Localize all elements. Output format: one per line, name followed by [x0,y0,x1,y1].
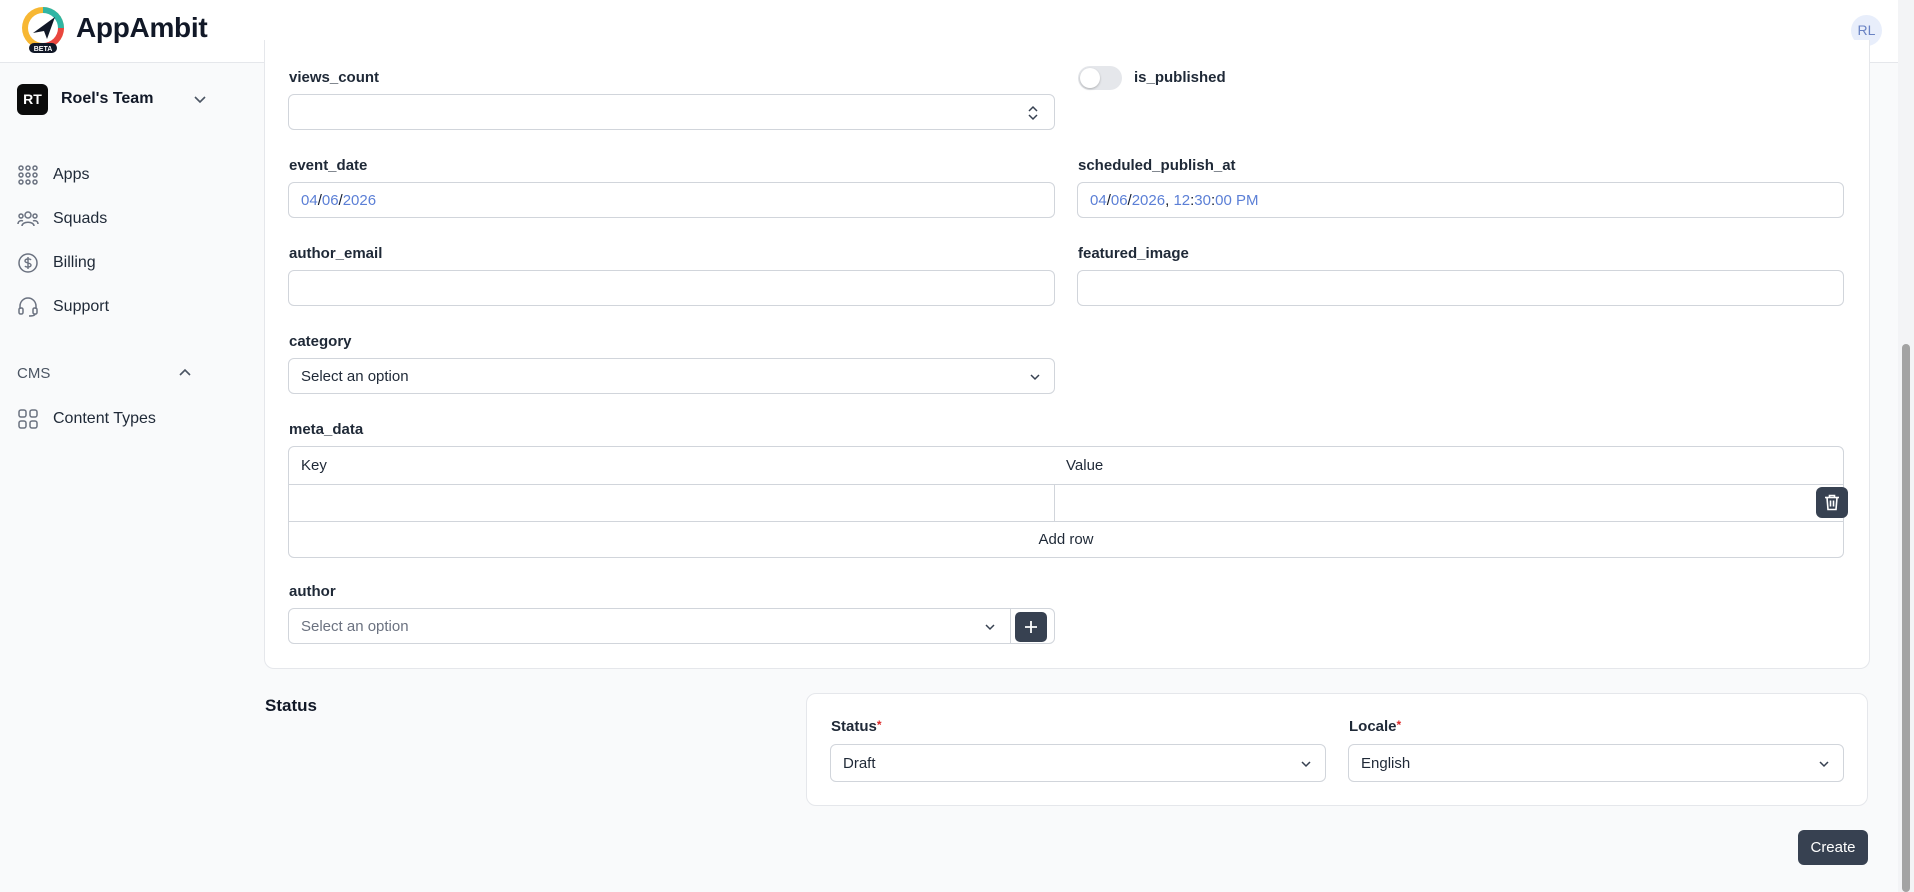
delete-row-button[interactable] [1816,487,1848,518]
team-name: Roel's Team [61,90,154,107]
author-select[interactable]: Select an option [289,609,1011,643]
is-published-label: is_published [1134,69,1226,86]
date-month[interactable]: 04 [301,192,318,209]
status-value: Draft [843,755,876,772]
toggle-knob [1080,68,1100,88]
team-avatar: RT [17,84,48,115]
category-select[interactable]: Select an option [288,358,1055,394]
chevron-down-icon [1030,374,1040,381]
add-row-button[interactable]: Add row [289,522,1843,558]
event-date-value: 04/06/2026 [301,192,377,209]
required-mark: * [876,718,882,732]
status-select[interactable]: Draft [830,744,1326,782]
category-value: Select an option [301,368,409,385]
featured-image-input[interactable] [1077,270,1844,306]
table-row [289,484,1843,522]
grid-squares-icon [18,409,38,429]
chevron-down-icon [985,624,995,631]
key-column-header: Key [301,457,327,474]
category-label: category [289,333,352,350]
scheduled-publish-at-value: 04/06/2026, 12:30:00 PM [1090,192,1259,209]
users-icon [17,211,39,227]
datetime-year[interactable]: 2026 [1132,192,1165,209]
sidebar-item-content-types[interactable]: Content Types [17,406,217,432]
date-year[interactable]: 2026 [343,192,376,209]
scrollbar-thumb[interactable] [1902,344,1910,892]
meta-data-label: meta_data [289,421,364,438]
required-mark: * [1396,718,1402,732]
datetime-month[interactable]: 04 [1090,192,1107,209]
author-placeholder: Select an option [301,618,409,635]
plus-icon [1025,621,1037,633]
chevron-down-icon [194,96,206,104]
headset-icon [18,297,38,317]
locale-label: Locale* [1349,718,1401,735]
author-email-input[interactable] [288,270,1055,306]
chevron-down-icon [1301,761,1311,768]
locale-label-text: Locale [1349,718,1397,735]
team-switcher[interactable]: RT Roel's Team [17,84,217,115]
featured-image-label: featured_image [1078,245,1189,262]
author-select-wrapper: Select an option [288,608,1055,644]
datetime-hour[interactable]: 12 [1173,192,1190,209]
brand-name[interactable]: AppAmbit [76,12,208,44]
author-label: author [289,583,336,600]
logo-badge-text: BETA [34,46,53,53]
views-count-label: views_count [289,69,380,86]
locale-select[interactable]: English [1348,744,1844,782]
sidebar-item-label: Content Types [53,410,156,427]
meta-value-input[interactable] [1055,484,1795,521]
datetime-second[interactable]: 00 [1215,192,1232,209]
datetime-ampm[interactable]: PM [1236,192,1259,209]
status-section-heading: Status [265,696,317,715]
sidebar-item-label: Squads [53,210,108,227]
sidebar-item-label: Apps [53,166,90,183]
column-divider [1054,484,1055,521]
status-label-text: Status [831,718,877,735]
stepper-icon[interactable] [1026,104,1040,122]
meta-data-header: Key Value [289,447,1843,485]
is-published-toggle[interactable] [1078,66,1122,90]
scheduled-publish-at-input[interactable]: 04/06/2026, 12:30:00 PM [1077,182,1844,218]
locale-value: English [1361,755,1411,772]
chevron-down-icon [1819,761,1829,768]
scheduled-publish-at-label: scheduled_publish_at [1078,157,1236,174]
views-count-input[interactable] [288,94,1055,130]
status-label: Status* [831,718,882,735]
value-column-header: Value [1066,457,1104,474]
sidebar-section-title[interactable]: CMS [17,365,50,382]
sidebar-item-label: Billing [53,254,96,271]
event-date-label: event_date [289,157,368,174]
trash-icon [1825,494,1839,511]
create-button[interactable]: Create [1798,830,1868,865]
appambit-logo-icon[interactable]: BETA [19,5,69,55]
form-card [264,40,1870,669]
add-author-button[interactable] [1015,612,1047,642]
sidebar-item-support[interactable]: Support [17,294,217,320]
datetime-day[interactable]: 06 [1111,192,1128,209]
dollar-circle-icon [18,253,38,273]
sidebar-item-billing[interactable]: Billing [17,250,217,276]
sidebar-item-label: Support [53,298,110,315]
sidebar-item-squads[interactable]: Squads [17,206,217,232]
chevron-up-icon[interactable] [176,364,194,382]
event-date-input[interactable]: 04/06/2026 [288,182,1055,218]
datetime-minute[interactable]: 30 [1194,192,1211,209]
meta-key-input[interactable] [289,484,1054,521]
meta-data-table: Key Value Add row [288,446,1844,558]
author-email-label: author_email [289,245,383,262]
sidebar-item-apps[interactable]: Apps [17,162,217,188]
grid-dots-icon [18,165,38,185]
date-day[interactable]: 06 [322,192,339,209]
